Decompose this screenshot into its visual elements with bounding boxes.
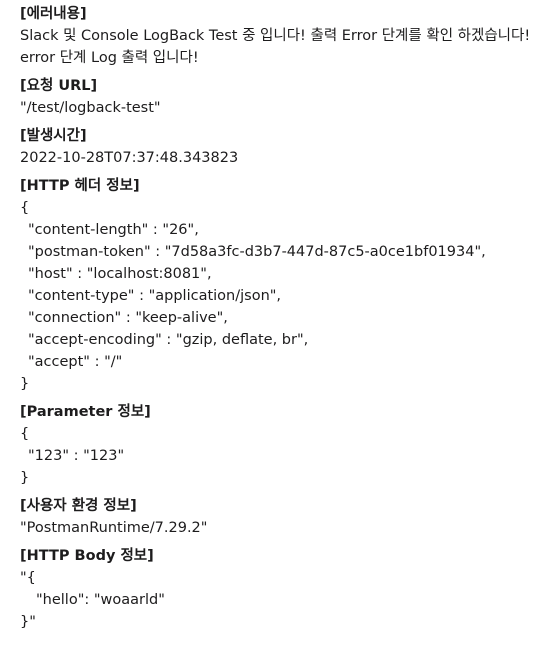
params-close-brace: } (20, 470, 30, 486)
body-line: "hello": "woaarld" (36, 592, 165, 608)
param-line: "123" : "123" (28, 448, 125, 464)
error-line-1: Slack 및 Console LogBack Test 중 입니다! 출력 E… (20, 28, 531, 44)
params-section: [Parameter 정보] { "123" : "123" } (20, 401, 547, 489)
time-section: [발생시간] 2022-10-28T07:37:48.343823 (20, 125, 547, 169)
error-line-2: error 단계 Log 출력 입니다! (20, 50, 199, 66)
params-open-brace: { (20, 426, 30, 442)
agent-section: [사용자 환경 정보] "PostmanRuntime/7.29.2" (20, 495, 547, 539)
url-heading: [요청 URL] (20, 78, 98, 94)
error-section: [에러내용] Slack 및 Console LogBack Test 중 입니… (20, 3, 547, 69)
agent-heading: [사용자 환경 정보] (20, 498, 137, 514)
header-line: "content-length" : "26", (28, 222, 199, 238)
body-open: "{ (20, 570, 36, 586)
body-close: }" (20, 614, 36, 630)
error-heading: [에러내용] (20, 6, 87, 22)
header-line: "connection" : "keep-alive", (28, 310, 228, 326)
headers-open-brace: { (20, 200, 30, 216)
params-heading: [Parameter 정보] (20, 404, 151, 420)
header-line: "content-type" : "application/json", (28, 288, 282, 304)
body-section: [HTTP Body 정보] "{ "hello": "woaarld" }" (20, 545, 547, 633)
log-message: [에러내용] Slack 및 Console LogBack Test 중 입니… (0, 0, 559, 633)
header-line: "postman-token" : "7d58a3fc-d3b7-447d-87… (28, 244, 486, 260)
headers-section: [HTTP 헤더 정보] { "content-length" : "26", … (20, 175, 547, 395)
time-value: 2022-10-28T07:37:48.343823 (20, 150, 239, 166)
body-heading: [HTTP Body 정보] (20, 548, 154, 564)
time-heading: [발생시간] (20, 128, 87, 144)
headers-close-brace: } (20, 376, 30, 392)
header-line: "accept-encoding" : "gzip, deflate, br", (28, 332, 309, 348)
header-line: "accept" : "/" (28, 354, 123, 370)
header-line: "host" : "localhost:8081", (28, 266, 212, 282)
url-section: [요청 URL] "/test/logback-test" (20, 75, 547, 119)
headers-heading: [HTTP 헤더 정보] (20, 178, 140, 194)
agent-value: "PostmanRuntime/7.29.2" (20, 520, 208, 536)
url-value: "/test/logback-test" (20, 100, 161, 116)
